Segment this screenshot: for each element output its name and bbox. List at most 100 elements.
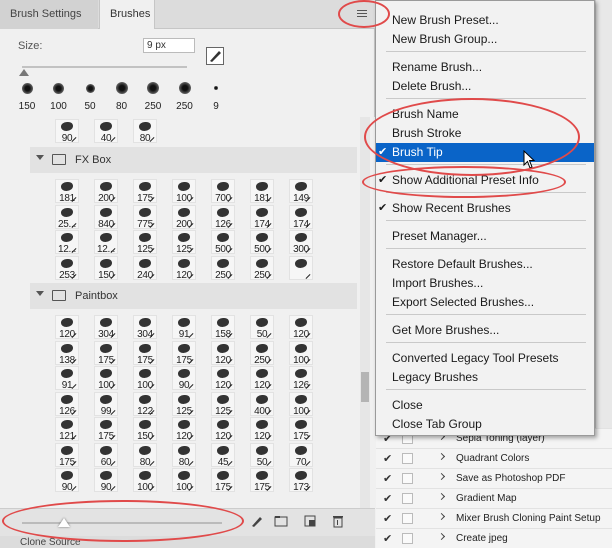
brush-tool-icon[interactable]: [206, 47, 224, 65]
brush-tile[interactable]: 126: [55, 391, 79, 417]
brush-tile[interactable]: 120: [250, 417, 274, 442]
brush-tile[interactable]: 250: [250, 340, 274, 366]
brush-tile[interactable]: 126: [211, 204, 235, 230]
brush-tile[interactable]: 150: [133, 417, 157, 442]
recent-brush-preset[interactable]: 250: [138, 78, 168, 112]
brush-tile[interactable]: 175: [133, 340, 157, 366]
brush-tile[interactable]: 175: [211, 468, 235, 493]
brush-tile[interactable]: 175: [172, 340, 196, 366]
brush-tile[interactable]: 125: [211, 391, 235, 417]
brush-tile[interactable]: 120: [289, 315, 313, 340]
brush-tile[interactable]: 400: [250, 391, 274, 417]
brush-tile[interactable]: 120: [172, 255, 196, 281]
brush-tile[interactable]: 120: [211, 366, 235, 391]
brush-tile[interactable]: 91: [55, 366, 79, 391]
brush-tile[interactable]: [289, 255, 313, 280]
brush-tile[interactable]: 200: [94, 179, 118, 204]
dialog-toggle-icon[interactable]: [402, 453, 413, 464]
brush-tile[interactable]: 304: [133, 315, 157, 340]
checkmark-icon[interactable]: ✔: [383, 532, 392, 545]
brush-tile[interactable]: 40: [94, 119, 118, 144]
menu-item-rename-brush[interactable]: Rename Brush...: [376, 58, 594, 77]
brush-tile[interactable]: 149: [289, 179, 313, 204]
checkmark-icon[interactable]: ✔: [383, 472, 392, 485]
brush-tile[interactable]: 253: [55, 255, 79, 281]
brush-tile[interactable]: 120: [211, 340, 235, 366]
brush-tile[interactable]: 300: [289, 230, 313, 255]
brush-tile[interactable]: 70: [289, 442, 313, 468]
brush-group-header[interactable]: FX Box: [30, 147, 357, 173]
chevron-right-icon[interactable]: [437, 512, 446, 521]
brush-tile[interactable]: 100: [289, 340, 313, 366]
brush-tile[interactable]: 100: [172, 468, 196, 493]
brush-tile[interactable]: 174: [250, 204, 274, 230]
menu-item-new-brush-preset[interactable]: New Brush Preset...: [376, 11, 594, 30]
new-brush-icon[interactable]: [303, 514, 317, 528]
brush-tile[interactable]: 125: [172, 230, 196, 255]
size-slider-thumb[interactable]: [19, 69, 29, 76]
chevron-right-icon[interactable]: [437, 492, 446, 501]
brush-tile[interactable]: 99: [94, 391, 118, 417]
brush-settings-icon[interactable]: [250, 514, 264, 528]
tab-brushes[interactable]: Brushes: [99, 0, 155, 29]
brush-tile[interactable]: 100: [289, 391, 313, 417]
brush-tile[interactable]: 181: [55, 179, 79, 204]
recent-brush-preset[interactable]: 150: [12, 78, 42, 112]
scrollbar-thumb[interactable]: [361, 372, 369, 402]
menu-item-import-brushes[interactable]: Import Brushes...: [376, 274, 594, 293]
dialog-toggle-icon[interactable]: [402, 493, 413, 504]
brush-tile[interactable]: 50: [250, 315, 274, 340]
brush-tile[interactable]: 80: [133, 119, 157, 144]
menu-item-export-selected-brushes[interactable]: Export Selected Brushes...: [376, 293, 594, 312]
brush-tile[interactable]: 45: [211, 442, 235, 468]
chevron-down-icon[interactable]: [36, 155, 44, 160]
size-slider-track[interactable]: [22, 66, 187, 68]
brush-tile[interactable]: 90: [55, 119, 79, 144]
brush-tile[interactable]: 158: [211, 315, 235, 340]
menu-item-legacy-brushes[interactable]: Legacy Brushes: [376, 368, 594, 387]
brush-tile[interactable]: 174: [289, 204, 313, 230]
brush-tile[interactable]: 90: [94, 468, 118, 493]
dialog-toggle-icon[interactable]: [402, 473, 413, 484]
recent-brush-preset[interactable]: 80: [107, 78, 137, 112]
dialog-toggle-icon[interactable]: [402, 533, 413, 544]
brush-tile[interactable]: 200: [172, 204, 196, 230]
size-input[interactable]: 9 px: [143, 38, 195, 53]
trash-icon[interactable]: [331, 514, 345, 528]
brush-tile[interactable]: 25...: [55, 204, 79, 230]
brush-tile[interactable]: 100: [172, 179, 196, 204]
brush-tile[interactable]: 250: [211, 255, 235, 281]
recent-brush-preset[interactable]: 9: [201, 78, 231, 112]
brush-tile[interactable]: 100: [133, 468, 157, 493]
brush-tile[interactable]: 120: [250, 366, 274, 391]
brush-tile[interactable]: 500: [211, 230, 235, 255]
action-row[interactable]: ✔ Create jpeg: [376, 528, 612, 548]
menu-item-new-brush-group[interactable]: New Brush Group...: [376, 30, 594, 49]
brush-tile[interactable]: 50: [250, 442, 274, 468]
chevron-right-icon[interactable]: [437, 452, 446, 461]
brush-tile[interactable]: 250: [250, 255, 274, 281]
brush-tile[interactable]: 12...: [55, 230, 79, 255]
brush-tile[interactable]: 175: [250, 468, 274, 493]
brush-tile[interactable]: 90: [172, 366, 196, 391]
brush-tile[interactable]: 120: [172, 417, 196, 442]
recent-brush-preset[interactable]: 50: [75, 78, 105, 112]
brush-tile[interactable]: 125: [133, 230, 157, 255]
brush-tile[interactable]: 500: [250, 230, 274, 255]
menu-item-get-more-brushes[interactable]: Get More Brushes...: [376, 321, 594, 340]
checkmark-icon[interactable]: ✔: [383, 492, 392, 505]
brush-tile[interactable]: 175: [289, 417, 313, 442]
brush-tile[interactable]: 100: [133, 366, 157, 391]
action-row[interactable]: ✔ Gradient Map: [376, 488, 612, 508]
brush-tile[interactable]: 775: [133, 204, 157, 230]
brush-tile[interactable]: 304: [94, 315, 118, 340]
brush-tile[interactable]: 60: [94, 442, 118, 468]
brush-tile[interactable]: 150: [94, 255, 118, 281]
brush-tile[interactable]: 100: [94, 366, 118, 391]
brush-tile[interactable]: 120: [211, 417, 235, 442]
dialog-toggle-icon[interactable]: [402, 513, 413, 524]
chevron-down-icon[interactable]: [36, 291, 44, 296]
brush-tile[interactable]: 90: [55, 468, 79, 493]
brush-tile[interactable]: 175: [133, 179, 157, 204]
brush-tile[interactable]: 91: [172, 315, 196, 340]
